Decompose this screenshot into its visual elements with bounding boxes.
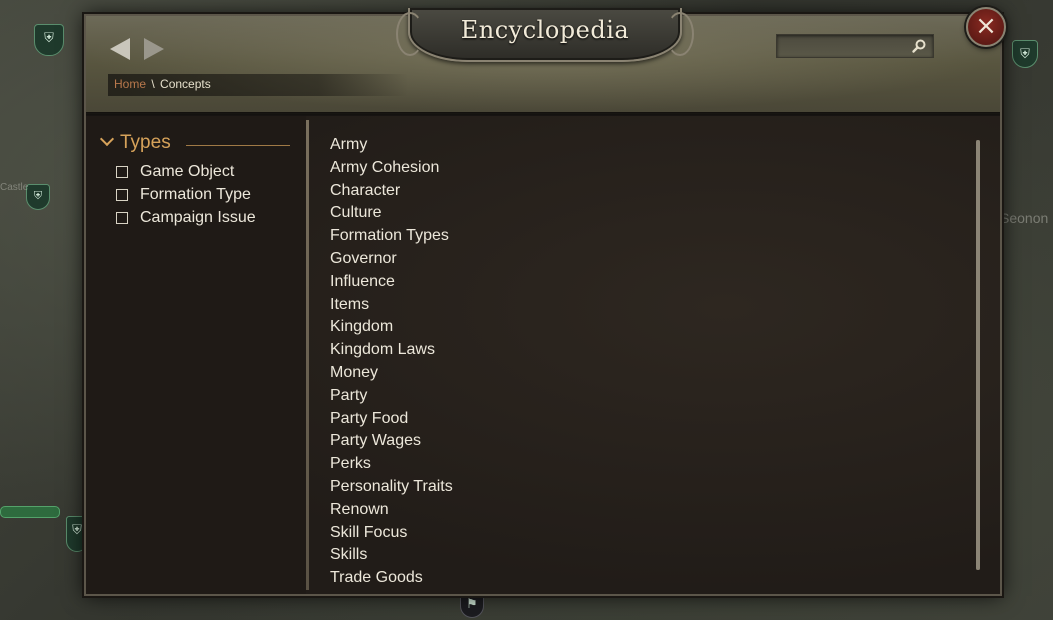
map-party-bar (0, 506, 60, 518)
checkbox[interactable] (116, 211, 128, 224)
search-input[interactable] (781, 37, 911, 57)
types-divider-line (186, 145, 290, 146)
filter-label: Campaign Issue (140, 208, 256, 226)
scrollbar[interactable] (976, 140, 980, 570)
filter-item-campaign-issue[interactable]: Campaign Issue (116, 206, 256, 229)
list-item[interactable]: Perks (330, 453, 970, 476)
breadcrumb-current: Concepts (160, 77, 211, 91)
search-box[interactable] (776, 34, 934, 58)
breadcrumb-home-link[interactable]: Home (114, 77, 146, 91)
list-item[interactable]: Party Wages (330, 430, 970, 453)
list-item[interactable]: Army Cohesion (330, 157, 970, 180)
filter-item-formation-type[interactable]: Formation Type (116, 183, 256, 206)
list-item[interactable]: Items (330, 294, 970, 317)
list-item[interactable]: Culture (330, 202, 970, 225)
types-filter-header[interactable]: Types (99, 131, 300, 154)
list-item[interactable]: Party (330, 385, 970, 408)
list-item[interactable]: Money (330, 362, 970, 385)
list-item[interactable]: Character (330, 180, 970, 203)
window-content: Types Game Object Formation Type Campaig… (86, 116, 1000, 594)
list-item[interactable]: Party Food (330, 408, 970, 431)
types-filter-label: Types (120, 132, 171, 153)
filter-label: Formation Type (140, 185, 251, 203)
list-item[interactable]: Personality Traits (330, 476, 970, 499)
list-item[interactable]: Kingdom Laws (330, 339, 970, 362)
settlement-marker-icon[interactable]: ⛨ (1012, 40, 1038, 68)
list-item[interactable]: Army (330, 134, 970, 157)
scrollbar-thumb[interactable] (976, 140, 980, 570)
list-item[interactable]: Skills (330, 544, 970, 567)
list-item[interactable]: Skill Focus (330, 522, 970, 545)
panel-divider (306, 120, 309, 590)
filter-panel: Types Game Object Formation Type Campaig… (86, 116, 306, 594)
filter-label: Game Object (140, 162, 235, 180)
search-icon[interactable] (911, 38, 927, 54)
forward-arrow-icon[interactable] (144, 38, 164, 60)
list-item[interactable]: Renown (330, 499, 970, 522)
checkbox[interactable] (116, 165, 128, 178)
map-label-castle: Castle (0, 182, 29, 193)
list-item[interactable]: Governor (330, 248, 970, 271)
title-plate: Encyclopedia (396, 8, 694, 62)
encyclopedia-window: Encyclopedia Home \ Concepts Types Game … (84, 8, 1002, 596)
party-marker-icon[interactable]: ⚑ (460, 594, 484, 618)
filter-item-game-object[interactable]: Game Object (116, 160, 256, 183)
map-label-seonon: Seonon (1000, 210, 1049, 226)
settlement-marker-icon[interactable]: ⛨ (26, 184, 50, 210)
filter-list: Game Object Formation Type Campaign Issu… (116, 160, 256, 229)
checkbox[interactable] (116, 188, 128, 201)
back-arrow-icon[interactable] (110, 38, 130, 60)
window-title: Encyclopedia (460, 16, 630, 44)
list-item[interactable]: Trade Goods (330, 567, 970, 590)
breadcrumb: Home \ Concepts (114, 77, 211, 91)
breadcrumb-separator: \ (151, 77, 155, 91)
chevron-down-icon (99, 131, 115, 147)
breadcrumb-bar: Home \ Concepts (108, 74, 408, 96)
list-item[interactable]: Formation Types (330, 225, 970, 248)
concept-list: Army Army Cohesion Character Culture For… (330, 134, 970, 594)
close-button[interactable]: × (966, 7, 1006, 47)
list-item[interactable]: Influence (330, 271, 970, 294)
settlement-marker-icon[interactable]: ⛨ (34, 24, 64, 56)
window-header: Encyclopedia Home \ Concepts (86, 8, 1000, 118)
list-item[interactable]: Kingdom (330, 316, 970, 339)
